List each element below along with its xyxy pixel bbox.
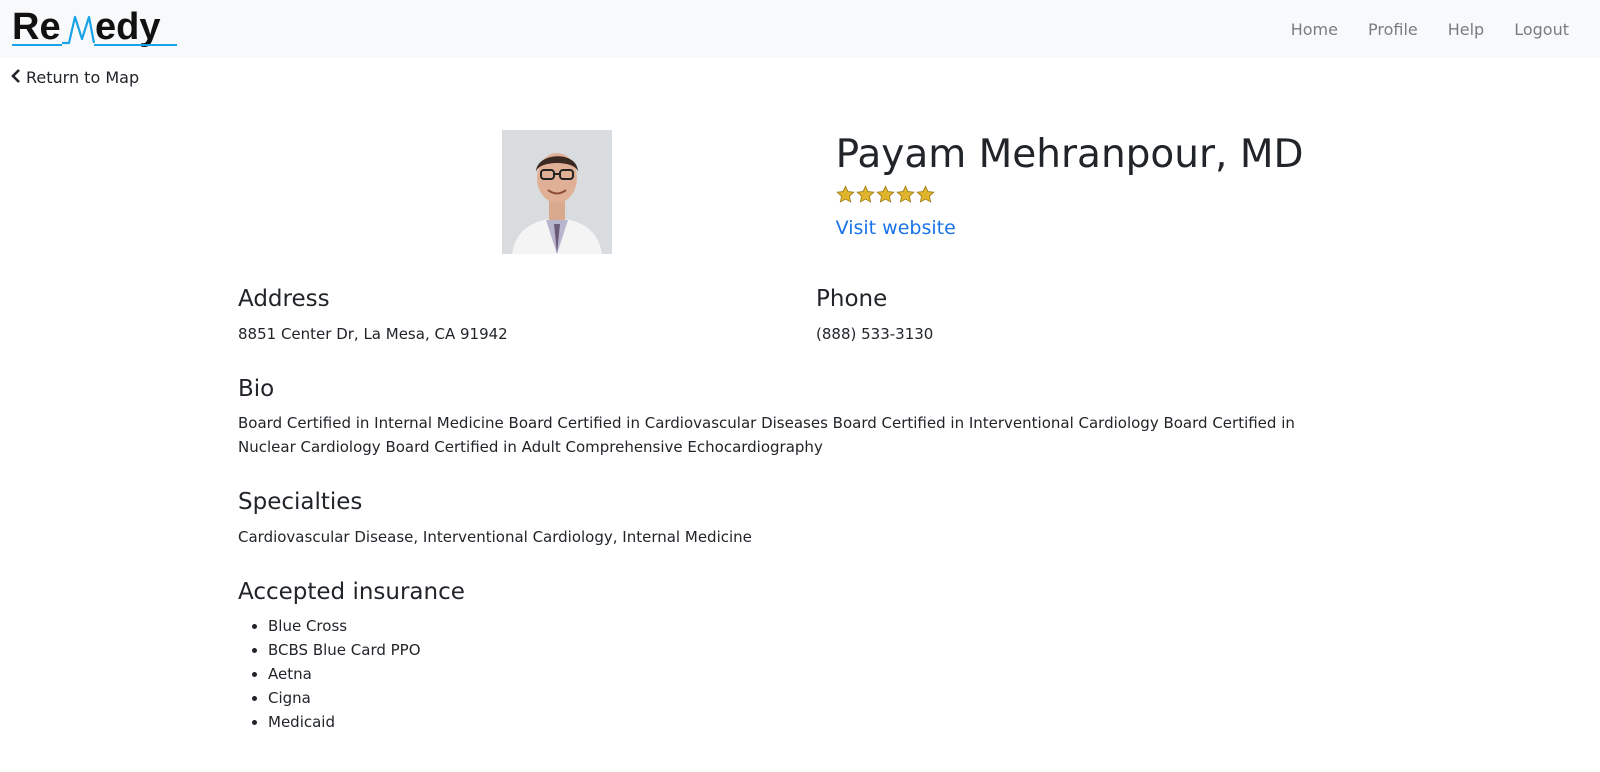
svg-text:Re: Re <box>12 9 61 48</box>
insurance-item: Medicaid <box>268 710 1318 734</box>
profile-header: Payam Mehranpour, MD Visit website <box>238 130 1318 254</box>
insurance-section: Accepted insurance Blue Cross BCBS Blue … <box>238 579 1318 735</box>
nav-help-link[interactable]: Help <box>1433 20 1499 39</box>
remedy-logo[interactable]: Re edy <box>12 0 180 58</box>
address-heading: Address <box>238 286 330 312</box>
doctor-profile: Payam Mehranpour, MD Visit website Addre… <box>238 130 1318 734</box>
remedy-logo-image: Re edy <box>12 9 177 48</box>
insurance-list: Blue Cross BCBS Blue Card PPO Aetna Cign… <box>238 614 1318 734</box>
doctor-photo <box>501 130 612 254</box>
chevron-left-icon <box>11 68 21 87</box>
phone-value: (888) 533-3130 <box>816 324 934 343</box>
star-icon <box>875 185 895 203</box>
return-to-map-label: Return to Map <box>26 68 140 87</box>
svg-text:edy: edy <box>95 9 160 48</box>
insurance-item: BCBS Blue Card PPO <box>268 638 1318 662</box>
nav-home-link[interactable]: Home <box>1276 20 1353 39</box>
bio-heading: Bio <box>238 375 275 402</box>
name-column: Payam Mehranpour, MD Visit website <box>836 130 1318 254</box>
insurance-heading: Accepted insurance <box>238 578 465 605</box>
star-icon <box>835 185 855 203</box>
specialties-text: Cardiovascular Disease, Interventional C… <box>238 527 752 546</box>
specialties-heading: Specialties <box>238 489 363 516</box>
return-to-map-link[interactable]: Return to Map <box>11 68 139 87</box>
star-icon <box>855 185 875 203</box>
doctor-name: Payam Mehranpour, MD <box>835 132 1304 177</box>
insurance-item: Aetna <box>268 662 1318 686</box>
phone-heading: Phone <box>816 286 888 312</box>
insurance-item: Cigna <box>268 686 1318 710</box>
specialties-section: Specialties Cardiovascular Disease, Inte… <box>238 489 1318 549</box>
bio-text: Board Certified in Internal Medicine Boa… <box>238 414 1295 457</box>
phone-section: Phone (888) 533-3130 <box>816 286 1316 346</box>
top-navbar: Re edy Home Profile Help Logout <box>0 0 1600 58</box>
photo-column <box>238 130 836 254</box>
visit-website-link[interactable]: Visit website <box>836 217 956 239</box>
nav-profile-link[interactable]: Profile <box>1353 20 1433 39</box>
star-icon <box>915 185 935 203</box>
nav-logout-link[interactable]: Logout <box>1499 20 1584 39</box>
star-icon <box>895 185 915 203</box>
address-section: Address 8851 Center Dr, La Mesa, CA 9194… <box>238 286 816 346</box>
address-value: 8851 Center Dr, La Mesa, CA 91942 <box>238 324 508 343</box>
insurance-item: Blue Cross <box>268 614 1318 638</box>
nav-links: Home Profile Help Logout <box>1276 20 1584 39</box>
contact-row: Address 8851 Center Dr, La Mesa, CA 9194… <box>238 286 1318 346</box>
bio-section: Bio Board Certified in Internal Medicine… <box>238 376 1318 460</box>
star-rating <box>835 185 1318 204</box>
